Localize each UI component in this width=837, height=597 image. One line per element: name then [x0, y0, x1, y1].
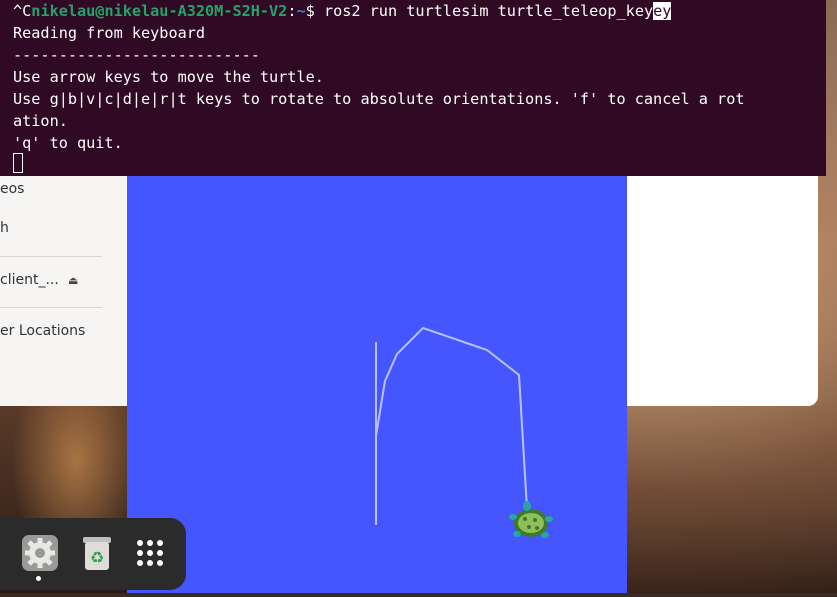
sidebar-item-trash[interactable]: h — [0, 220, 9, 236]
eject-icon[interactable]: ⏏ — [68, 274, 78, 287]
settings-icon[interactable] — [21, 534, 59, 572]
prompt-path: ~ — [296, 2, 306, 20]
turtlesim-canvas — [127, 176, 627, 593]
turtle-sprite — [509, 501, 553, 538]
output-line: Use arrow keys to move the turtle. — [13, 68, 324, 86]
prompt-line: ^Cnikelau@nikelau-A320M-S2H-V2:~$ ros2 r… — [13, 0, 672, 22]
trash-icon[interactable]: ♻ — [78, 534, 116, 572]
selected-text: ey — [653, 2, 672, 20]
sidebar-item-mount[interactable]: client_... — [0, 272, 59, 288]
interrupt-text: ^C — [13, 2, 32, 20]
svg-text:♻: ♻ — [90, 548, 104, 567]
terminal-window[interactable]: ^Cnikelau@nikelau-A320M-S2H-V2:~$ ros2 r… — [0, 0, 826, 176]
output-line: ation. — [13, 112, 68, 130]
dock: ♻ — [0, 518, 186, 590]
sidebar-separator — [0, 307, 102, 308]
turtle-trail-svg — [375, 326, 553, 538]
turtle-trail — [375, 326, 528, 525]
prompt-dollar: $ — [305, 2, 324, 20]
output-line: 'q' to quit. — [13, 134, 123, 152]
running-indicator — [36, 576, 41, 581]
app-grid-icon[interactable] — [131, 534, 169, 572]
output-line: Reading from keyboard — [13, 24, 206, 42]
prompt-user: nikelau@nikelau-A320M-S2H-V2 — [31, 2, 288, 20]
sidebar-separator — [0, 256, 102, 257]
files-sidebar: eos h client_... ⏏ er Locations — [0, 170, 127, 406]
sidebar-item-videos[interactable]: eos — [0, 181, 24, 197]
output-line: --------------------------- — [13, 46, 260, 64]
terminal-cursor — [13, 153, 23, 173]
output-line: Use g|b|v|c|d|e|r|t keys to rotate to ab… — [13, 90, 745, 108]
command-text: ros2 run turtlesim turtle_teleop_key — [323, 2, 654, 20]
sidebar-item-other-locations[interactable]: er Locations — [0, 323, 85, 339]
